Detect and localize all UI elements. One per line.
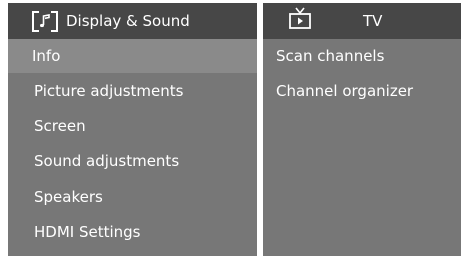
display-sound-panel: Display & Sound Info Picture adjustments… — [8, 3, 257, 256]
display-sound-title: Display & Sound — [66, 12, 190, 30]
menu-item-info[interactable]: Info — [8, 39, 257, 73]
music-note-icon — [32, 11, 58, 32]
menu-item-scan-channels[interactable]: Scan channels — [263, 39, 461, 73]
tv-panel: TV Scan channels Channel organizer — [263, 3, 461, 256]
menu-item-sound-adjustments[interactable]: Sound adjustments — [8, 144, 257, 178]
menu-item-speakers[interactable]: Speakers — [8, 180, 257, 214]
menu-item-channel-organizer[interactable]: Channel organizer — [263, 74, 461, 108]
menu-item-picture-adjustments[interactable]: Picture adjustments — [8, 74, 257, 108]
tv-title: TV — [363, 12, 383, 30]
tv-header: TV — [263, 3, 461, 39]
tv-play-icon — [288, 7, 312, 30]
display-sound-header: Display & Sound — [8, 3, 257, 39]
menu-item-screen[interactable]: Screen — [8, 109, 257, 143]
menu-item-hdmi-settings[interactable]: HDMI Settings — [8, 215, 257, 249]
